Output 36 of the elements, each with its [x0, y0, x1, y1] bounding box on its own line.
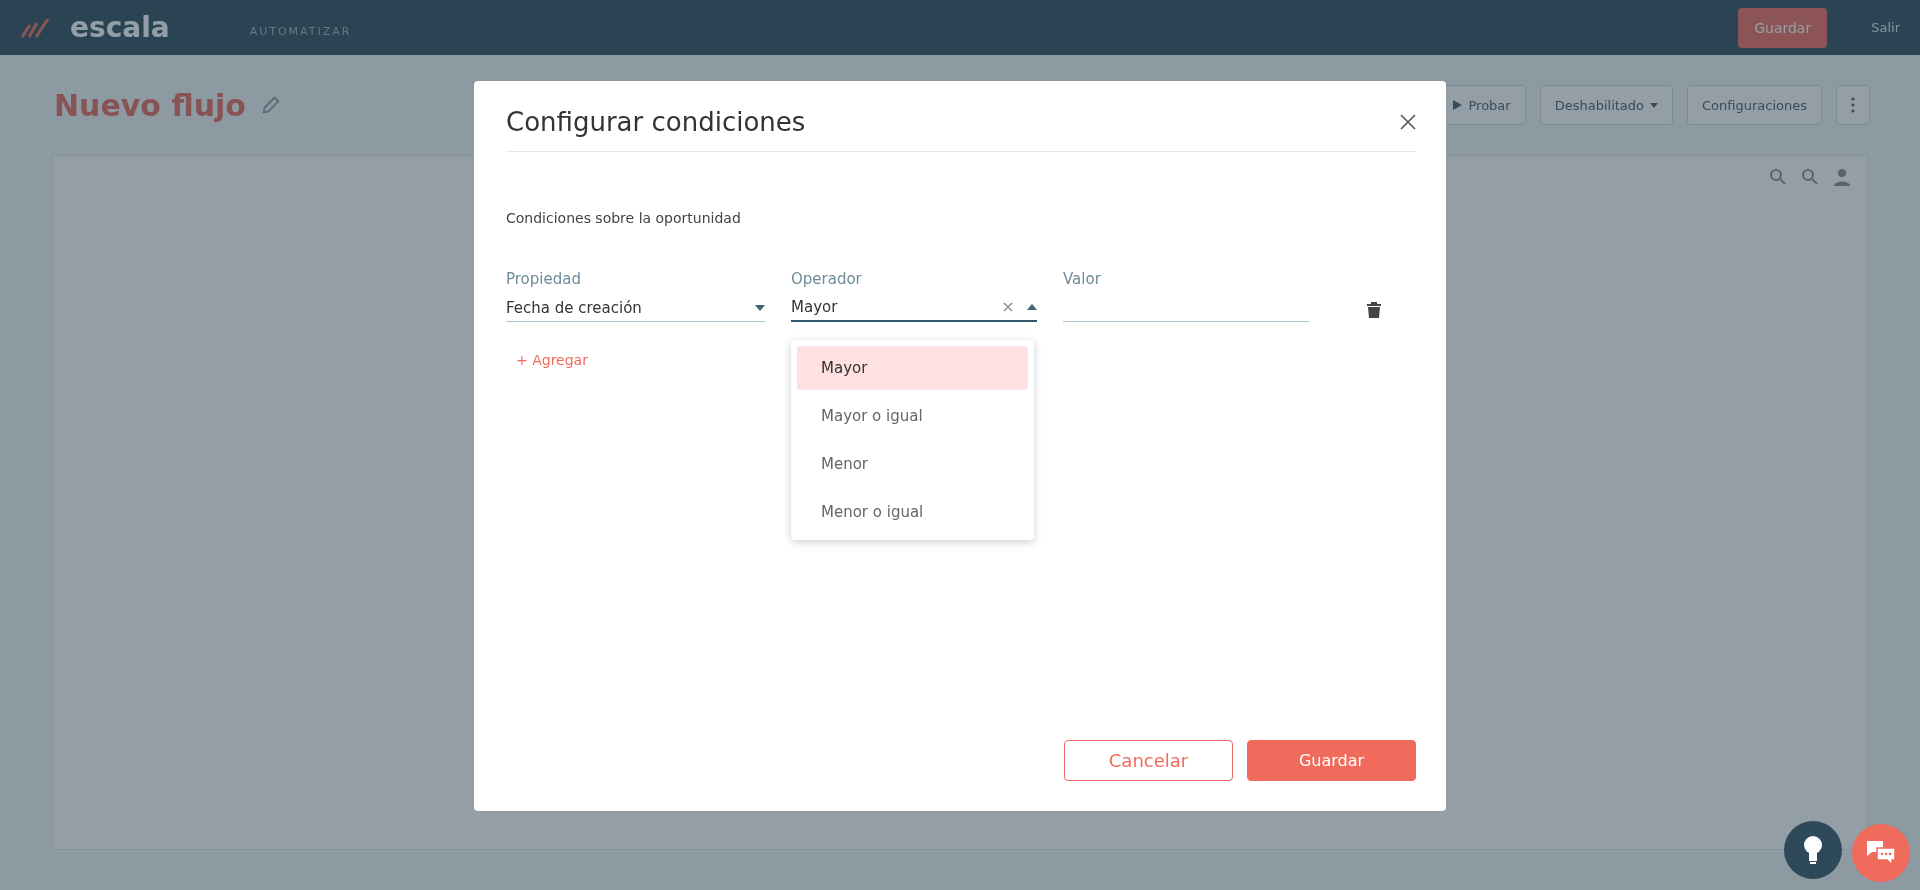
menu-option[interactable]: Mayor [797, 346, 1028, 390]
save-button[interactable]: Guardar [1738, 7, 1828, 48]
person-icon[interactable] [1833, 168, 1851, 186]
logo-icon [20, 16, 50, 39]
chat-button[interactable] [1852, 824, 1910, 882]
zoom-out-icon[interactable] [1801, 168, 1819, 186]
zoom-in-icon[interactable] [1769, 168, 1787, 186]
chat-icon [1866, 840, 1896, 866]
kebab-icon [1851, 97, 1855, 113]
section-label: AUTOMATIZAR [249, 25, 352, 38]
cancel-button[interactable]: Cancelar [1064, 740, 1233, 781]
caret-icon [1650, 102, 1658, 108]
logo-text: escala [70, 11, 170, 44]
status-dropdown[interactable]: Deshabilitado [1539, 85, 1673, 125]
settings-button[interactable]: Configuraciones [1687, 85, 1822, 125]
close-icon[interactable] [1400, 114, 1416, 130]
field-label: Valor [1063, 270, 1102, 288]
menu-option[interactable]: Menor [797, 442, 1028, 486]
select-field[interactable]: Fecha de creación [506, 294, 765, 322]
dialog-title: Configurar condiciones [506, 107, 806, 137]
select-field[interactable]: Mayor [791, 294, 1037, 322]
menu-option[interactable]: Menor o igual [797, 490, 1028, 534]
help-button[interactable] [1784, 821, 1842, 879]
section-subtitle: Condiciones sobre la oportunidad [506, 210, 742, 226]
add-link[interactable]: + Agregar [516, 352, 588, 368]
field-label: Operador [791, 270, 863, 288]
lightbulb-icon [1803, 835, 1823, 865]
more-button[interactable] [1836, 85, 1870, 125]
clear-icon[interactable] [1003, 302, 1013, 312]
field-label: Propiedad [506, 270, 582, 288]
trash-icon[interactable] [1367, 302, 1381, 318]
exit-link[interactable]: Salir [1871, 20, 1900, 35]
save-button[interactable]: Guardar [1247, 740, 1416, 781]
flow-title: Nuevo flujo [54, 87, 246, 123]
menu-option[interactable]: Mayor o igual [797, 394, 1028, 438]
play-icon [1453, 100, 1463, 110]
